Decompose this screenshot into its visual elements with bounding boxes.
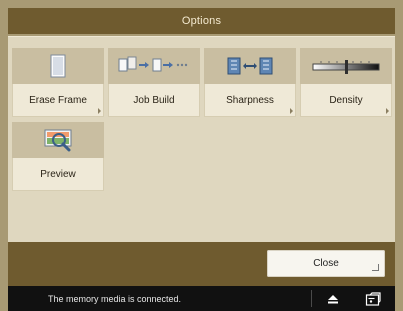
close-button-label: Close <box>313 258 339 269</box>
options-title-bar: Options <box>8 8 395 34</box>
eject-button[interactable] <box>322 286 344 311</box>
options-screen: Options Erase Frame Job Build Sharpness … <box>0 0 403 311</box>
sharpness-icon <box>227 57 273 75</box>
job-build-icon <box>118 56 188 72</box>
device-icon <box>365 291 381 306</box>
options-title: Options <box>181 15 222 27</box>
memory-media-status: The memory media is connected. <box>48 293 182 304</box>
option-sharpness-icon-area <box>204 48 296 84</box>
option-sharpness-tile[interactable]: Sharpness <box>204 48 296 117</box>
option-sharpness-label: Sharpness <box>226 95 274 106</box>
status-separator <box>311 290 312 307</box>
eject-icon <box>328 294 338 303</box>
option-preview-tile[interactable]: Preview <box>12 122 104 191</box>
option-preview-icon-area <box>12 122 104 158</box>
options-panel: Erase Frame Job Build Sharpness Density … <box>8 36 395 243</box>
option-preview-label: Preview <box>40 169 76 180</box>
option-density-label: Density <box>329 95 363 106</box>
option-erase-frame-icon-area <box>12 48 104 84</box>
options-footer: Close <box>8 242 395 286</box>
option-erase-frame-label: Erase Frame <box>29 95 87 106</box>
preview-magnifier-icon <box>44 129 72 152</box>
option-density-icon-area <box>300 48 392 84</box>
option-density-tile[interactable]: Density <box>300 48 392 117</box>
resize-corner-icon <box>372 264 379 271</box>
option-erase-frame-tile[interactable]: Erase Frame <box>12 48 104 117</box>
page-icon <box>50 54 66 78</box>
device-button[interactable] <box>363 286 385 311</box>
status-bar: The memory media is connected. <box>8 286 395 311</box>
option-job-build-tile[interactable]: Job Build <box>108 48 200 117</box>
submenu-indicator-icon <box>98 108 101 114</box>
option-job-build-icon-area <box>108 48 200 84</box>
density-slider-icon <box>312 60 380 74</box>
submenu-indicator-icon <box>290 108 293 114</box>
submenu-indicator-icon <box>386 108 389 114</box>
option-job-build-label: Job Build <box>133 95 175 106</box>
close-button[interactable]: Close <box>267 250 385 277</box>
